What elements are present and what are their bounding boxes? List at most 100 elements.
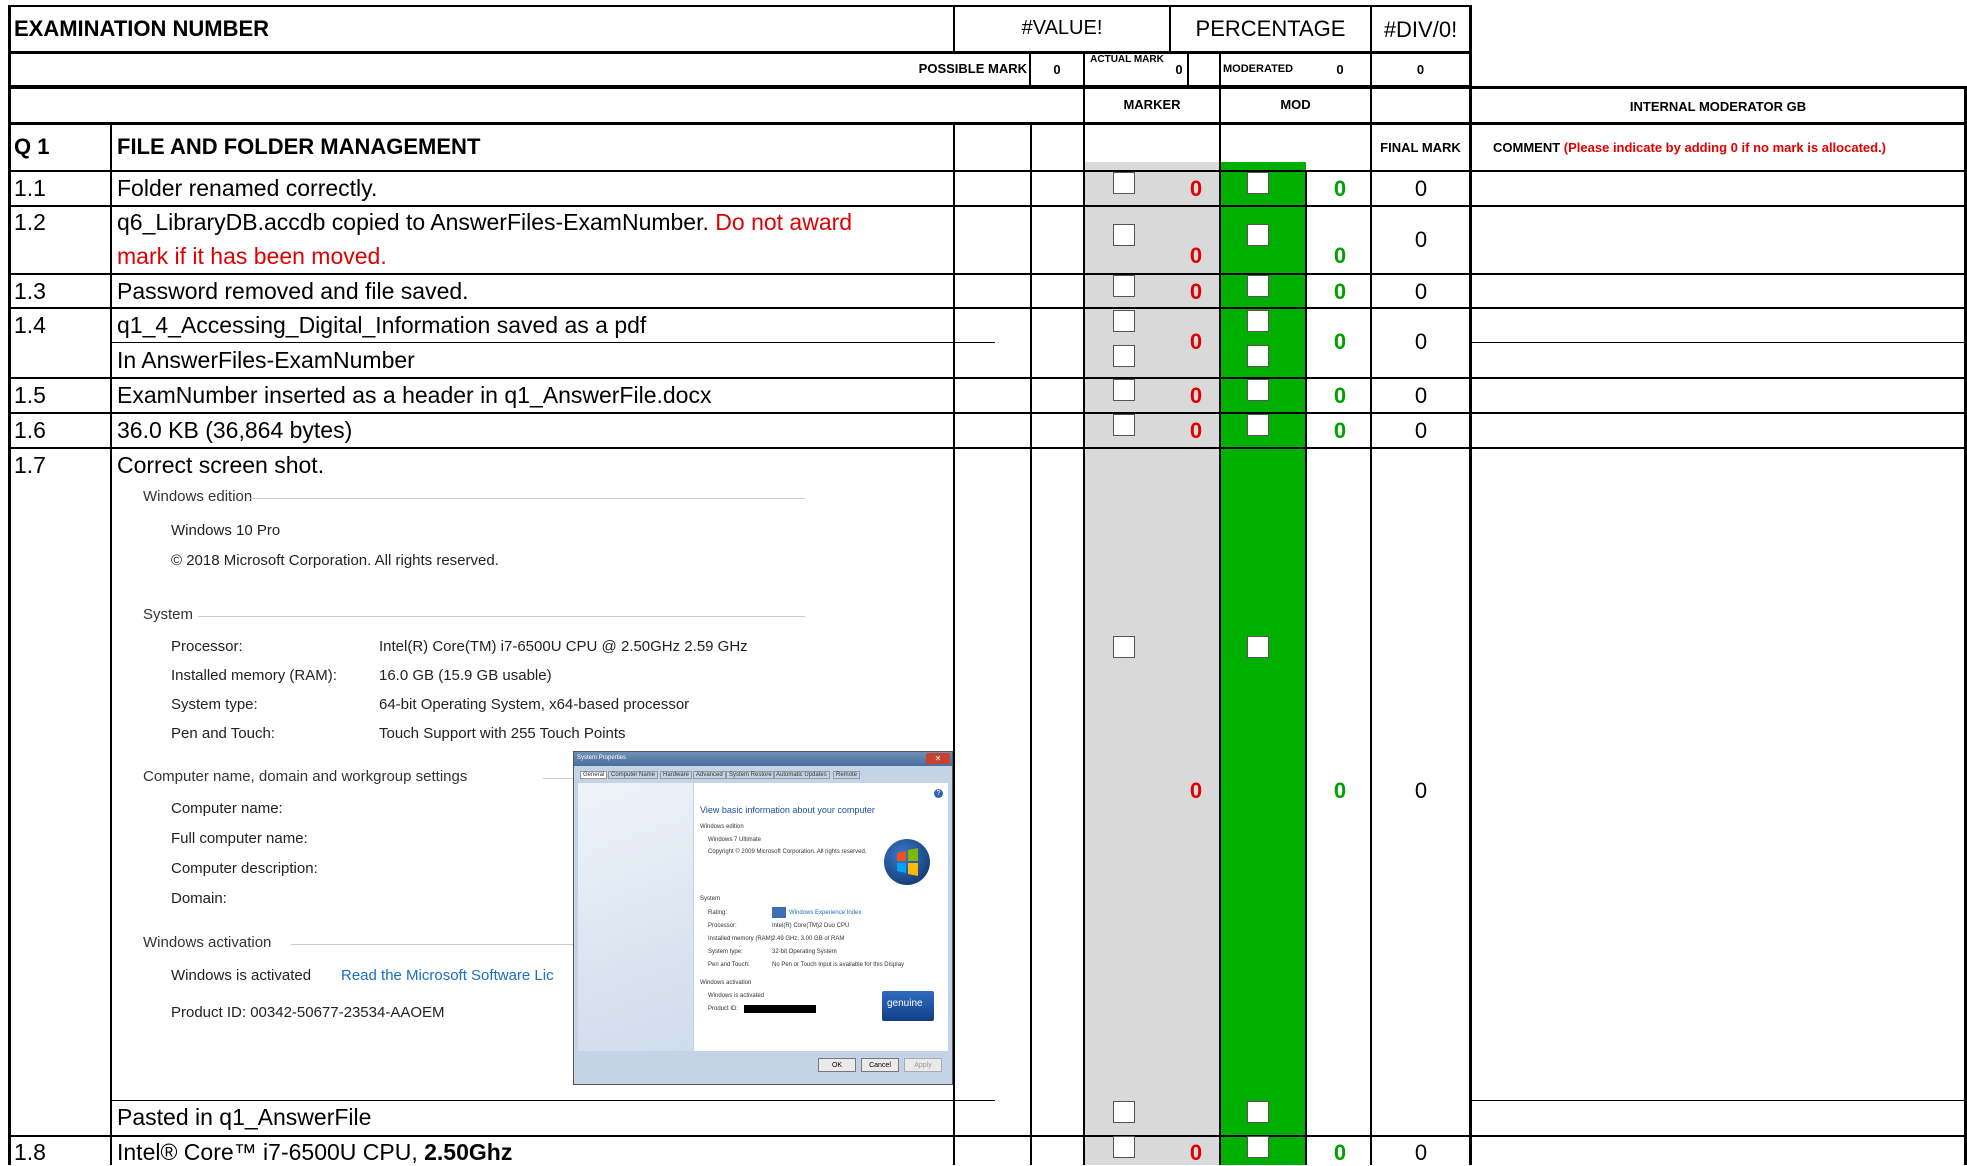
mod-checkbox[interactable]: [1247, 275, 1269, 297]
moderated-label: MODERATED: [1223, 63, 1294, 75]
final-mark[interactable]: 0: [1372, 383, 1470, 409]
tab-hardware[interactable]: Hardware: [660, 771, 693, 779]
final-mark[interactable]: 0: [1372, 279, 1470, 305]
internal-moderator-label: INTERNAL MODERATOR GB: [1629, 99, 1807, 114]
marker-checkbox[interactable]: [1113, 636, 1135, 658]
win10-edition-heading: Windows edition: [143, 488, 253, 505]
marker-score: 0: [1189, 243, 1203, 268]
marker-checkbox[interactable]: [1113, 379, 1135, 401]
marker-checkbox[interactable]: [1113, 224, 1135, 246]
apply-button[interactable]: Apply: [904, 1058, 942, 1072]
row-criterion: q6_LibraryDB.accdb copied to AnswerFiles…: [117, 209, 853, 235]
win7-type: 32-bit Operating System: [772, 949, 837, 955]
win7-ram: 2.49 GHz, 3.00 GB of RAM: [772, 936, 845, 942]
win10-product-id: Product ID: 00342-50677-23534-AAOEM: [171, 1004, 445, 1021]
mod-checkbox[interactable]: [1247, 636, 1269, 658]
win7-system-heading: System: [700, 896, 721, 902]
close-icon[interactable]: ✕: [926, 753, 950, 764]
win10-edition: Windows 10 Pro: [171, 522, 281, 539]
tab-system-restore[interactable]: System Restore: [726, 771, 775, 779]
mod-score: 0: [1333, 1140, 1347, 1165]
final-mark[interactable]: 0: [1372, 418, 1470, 444]
win7-ram-label: Installed memory (RAM):: [708, 936, 775, 942]
final-mark[interactable]: 0: [1372, 329, 1470, 355]
percentage-label: PERCENTAGE: [1195, 16, 1346, 41]
final-mark[interactable]: 0: [1372, 227, 1470, 253]
mod-checkbox[interactable]: [1247, 345, 1269, 367]
row-criterion: q1_4_Accessing_Digital_Information saved…: [117, 312, 647, 338]
section-title: FILE AND FOLDER MANAGEMENT: [117, 134, 481, 159]
row-criterion: ExamNumber inserted as a header in q1_An…: [117, 382, 712, 408]
mod-checkbox[interactable]: [1247, 379, 1269, 401]
win10-activated: Windows is activated: [171, 967, 312, 984]
win7-left-pane: [578, 783, 693, 1051]
final-mark[interactable]: 0: [1372, 1140, 1470, 1166]
cancel-button[interactable]: Cancel: [861, 1058, 899, 1072]
mod-checkbox[interactable]: [1247, 1136, 1269, 1158]
win7-activated: Windows is activated: [708, 993, 765, 999]
mod-score: 0: [1333, 279, 1347, 304]
rating-badge-icon: [772, 907, 786, 918]
comment-label: COMMENT (Please indicate by adding 0 if …: [1493, 140, 1887, 155]
win10-computer-name: Computer name:: [171, 800, 283, 817]
win7-copyright: Copyright © 2009 Microsoft Corporation. …: [708, 849, 867, 855]
marker-checkbox[interactable]: [1113, 1101, 1135, 1123]
actual-mark-label: ACTUAL MARK: [1090, 54, 1164, 65]
win7-heading: View basic information about your comput…: [700, 805, 875, 815]
marker-checkbox[interactable]: [1113, 1136, 1135, 1158]
win10-full-name: Full computer name:: [171, 830, 308, 847]
total-value: 0: [1416, 62, 1425, 77]
row-number: 1.8: [14, 1139, 46, 1165]
win7-pen-label: Pen and Touch:: [708, 962, 750, 968]
mod-checkbox[interactable]: [1247, 224, 1269, 246]
marker-checkbox[interactable]: [1113, 172, 1135, 194]
row-criterion: Password removed and file saved.: [117, 278, 469, 304]
win10-type: 64-bit Operating System, x64-based proce…: [379, 696, 690, 713]
win10-pen: Touch Support with 255 Touch Points: [379, 725, 626, 742]
mod-checkbox[interactable]: [1247, 172, 1269, 194]
win10-ram: 16.0 GB (15.9 GB usable): [379, 667, 552, 684]
marker-checkbox[interactable]: [1113, 414, 1135, 436]
win10-description: Computer description:: [171, 860, 318, 877]
mod-score: 0: [1333, 778, 1347, 803]
ok-button[interactable]: OK: [818, 1058, 856, 1072]
tab-advanced[interactable]: Advanced: [693, 771, 726, 779]
tab-automatic-updates[interactable]: Automatic Updates: [773, 771, 830, 779]
genuine-badge-icon: genuine: [882, 991, 934, 1021]
possible-mark-label: POSSIBLE MARK: [918, 61, 1027, 76]
win7-content-pane: ? View basic information about your comp…: [694, 783, 948, 1051]
marker-checkbox[interactable]: [1113, 275, 1135, 297]
win7-processor-label: Processor:: [708, 923, 737, 929]
win7-rating[interactable]: Windows Experience Index: [789, 910, 861, 916]
row-number: 1.2: [14, 209, 46, 235]
marker-column-fill: [1085, 162, 1220, 1165]
win7-processor: Intel(R) Core(TM)2 Duo CPU: [772, 923, 850, 929]
actual-mark-value: 0: [1175, 62, 1183, 77]
row-criterion: Folder renamed correctly.: [117, 175, 378, 201]
win10-name-heading: Computer name, domain and workgroup sett…: [143, 768, 468, 785]
row-number: 1.1: [14, 175, 46, 201]
mod-score: 0: [1333, 418, 1347, 443]
win7-product-id: Product ID:: [708, 1006, 739, 1012]
final-mark[interactable]: 0: [1372, 778, 1470, 804]
final-mark[interactable]: 0: [1372, 176, 1470, 202]
mod-checkbox[interactable]: [1247, 414, 1269, 436]
tab-remote[interactable]: Remote: [833, 771, 861, 779]
tab-computer-name[interactable]: Computer Name: [608, 771, 659, 779]
win7-title: System Properties: [577, 755, 627, 761]
mod-checkbox[interactable]: [1247, 310, 1269, 332]
final-mark-label: FINAL MARK: [1380, 140, 1461, 155]
tab-general[interactable]: General: [580, 771, 608, 779]
mod-score: 0: [1333, 329, 1347, 354]
marker-checkbox[interactable]: [1113, 310, 1135, 332]
mod-checkbox[interactable]: [1247, 1101, 1269, 1123]
help-icon[interactable]: ?: [934, 789, 943, 798]
win7-title-bar: System Properties ✕: [574, 752, 952, 766]
license-link[interactable]: Read the Microsoft Software Lic: [341, 967, 554, 984]
marker-checkbox[interactable]: [1113, 345, 1135, 367]
value-error-cell: #VALUE!: [1021, 17, 1103, 39]
win10-domain: Domain:: [171, 890, 227, 907]
mod-score: 0: [1333, 176, 1347, 201]
win7-rating-label: Rating:: [708, 910, 728, 916]
mod-label: MOD: [1280, 97, 1311, 112]
